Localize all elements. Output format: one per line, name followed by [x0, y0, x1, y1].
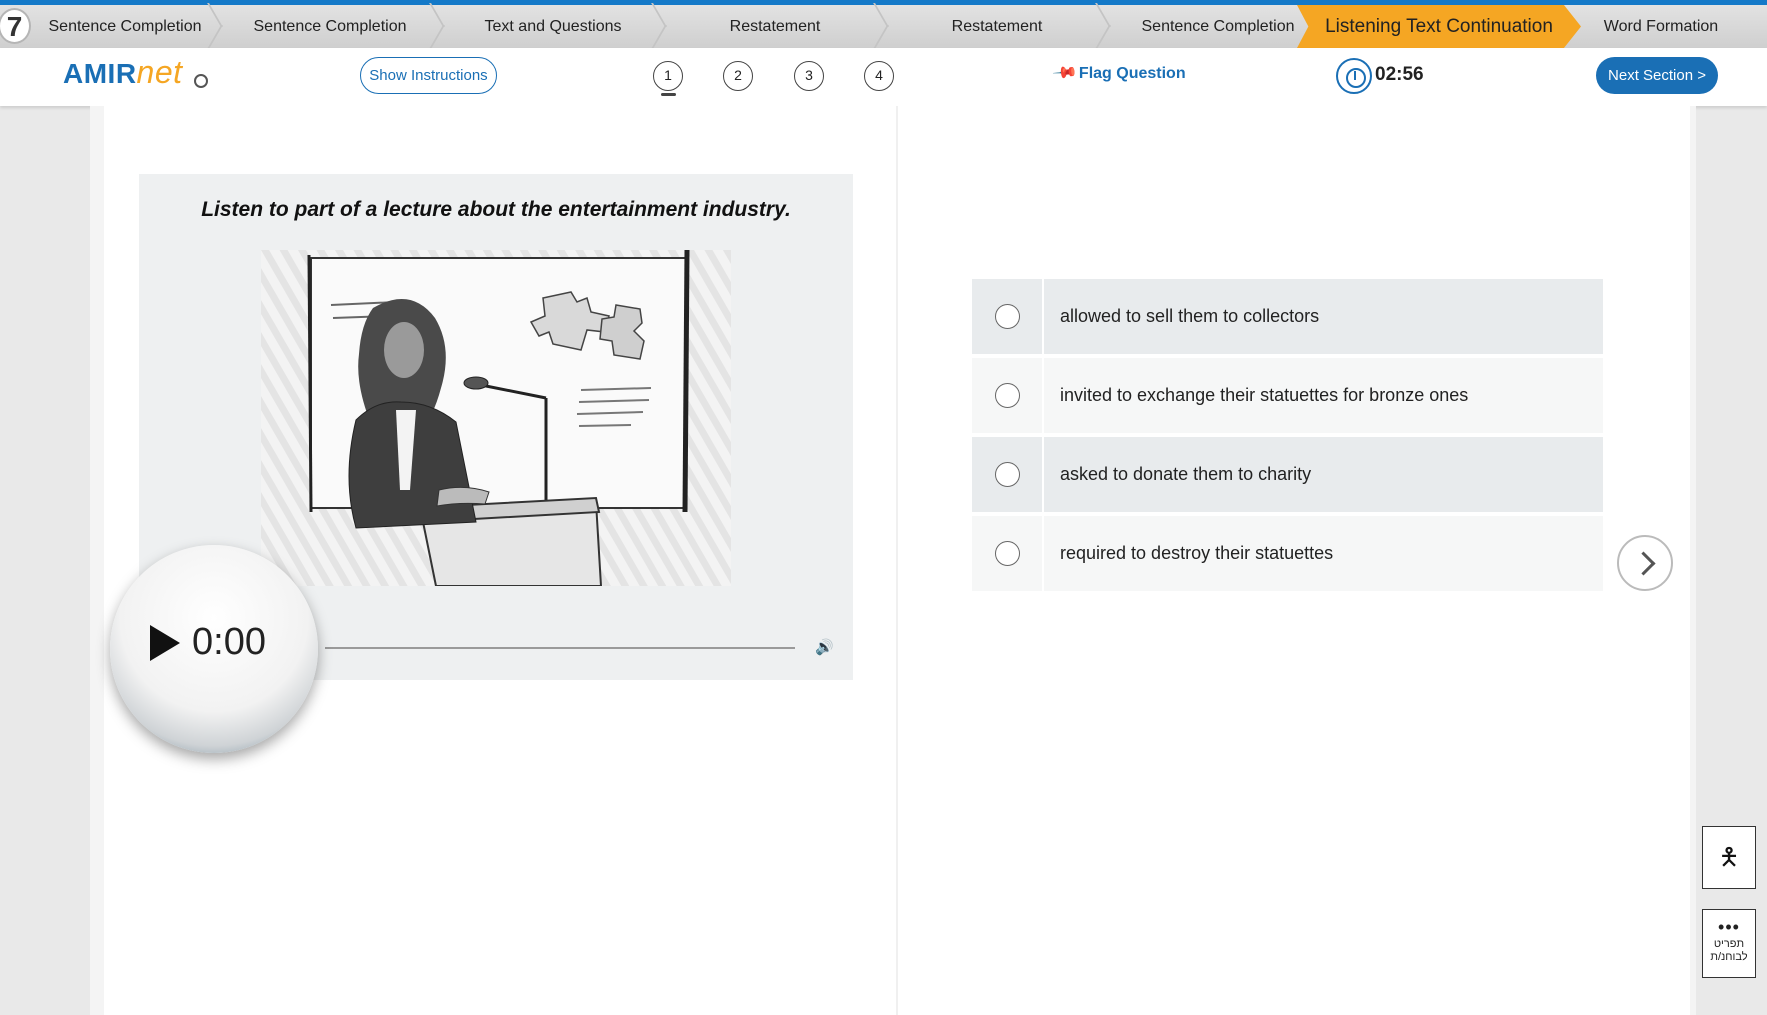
step-sentence-completion-3: Sentence Completion	[1141, 18, 1295, 35]
flag-question-button[interactable]: 📌Flag Question	[1052, 60, 1186, 86]
lecturer-at-podium-illustration	[261, 250, 731, 586]
volume-icon[interactable]: 🔊	[815, 638, 834, 656]
logo-mark-icon	[194, 74, 208, 88]
show-instructions-button[interactable]: Show Instructions	[360, 57, 497, 94]
audio-time: 0:00	[192, 621, 266, 663]
accessibility-button[interactable]: 🯅	[1702, 826, 1756, 889]
accessibility-icon: 🯅	[1718, 844, 1740, 871]
step-separator	[880, 5, 894, 48]
step-word-formation: Word Formation	[1603, 18, 1719, 35]
step-text-and-questions: Text and Questions	[484, 18, 622, 35]
answer-option-text[interactable]: asked to donate them to charity	[1044, 437, 1603, 512]
step-restatement-1: Restatement	[729, 18, 821, 35]
step-sentence-completion-2: Sentence Completion	[253, 18, 407, 35]
lecture-prompt: Listen to part of a lecture about the en…	[201, 198, 791, 221]
radio-cell[interactable]	[972, 358, 1042, 433]
radio-cell[interactable]	[972, 279, 1042, 354]
answer-option-2[interactable]: invited to exchange their statuettes for…	[972, 358, 1603, 433]
panel-edge	[1690, 106, 1696, 1015]
step-restatement-2: Restatement	[951, 18, 1043, 35]
amirnet-logo: AMIRnet	[63, 54, 183, 91]
next-question-arrow-icon[interactable]	[1617, 535, 1673, 591]
step-number-badge: 7	[0, 8, 31, 44]
step-separator	[436, 5, 450, 48]
question-4-button[interactable]: 4	[864, 61, 894, 91]
radio-button[interactable]	[995, 304, 1020, 329]
radio-cell[interactable]	[972, 437, 1042, 512]
question-1-button[interactable]: 1	[653, 61, 683, 91]
answer-option-4[interactable]: required to destroy their statuettes	[972, 516, 1603, 591]
lecture-illustration	[261, 250, 731, 586]
timer-value: 02:56	[1375, 64, 1424, 85]
examiner-menu-label: תפריט לבוחנ/ת	[1710, 938, 1748, 963]
audio-progress-track[interactable]	[325, 647, 795, 649]
radio-cell[interactable]	[972, 516, 1042, 591]
step-separator	[1102, 5, 1116, 48]
more-icon: •••	[1718, 917, 1740, 937]
next-section-button[interactable]: Next Section >	[1596, 57, 1718, 94]
radio-button[interactable]	[995, 383, 1020, 408]
step-sentence-completion-1: Sentence Completion	[48, 18, 202, 35]
step-bar: 7 Sentence Completion Sentence Completio…	[0, 0, 1767, 48]
question-3-button[interactable]: 3	[794, 61, 824, 91]
flag-question-label: Flag Question	[1078, 65, 1186, 82]
answer-option-text[interactable]: allowed to sell them to collectors	[1044, 279, 1603, 354]
current-question-indicator	[661, 93, 676, 96]
examiner-menu-button[interactable]: ••• תפריט לבוחנ/ת	[1702, 909, 1756, 978]
answer-option-text[interactable]: required to destroy their statuettes	[1044, 516, 1603, 591]
logo-main-text: AMIR	[63, 58, 137, 89]
pin-icon: 📌	[1051, 60, 1078, 87]
timer-icon	[1336, 58, 1372, 94]
step-separator	[214, 5, 228, 48]
play-icon	[150, 625, 180, 661]
question-2-button[interactable]: 2	[723, 61, 753, 91]
step-separator	[658, 5, 672, 48]
logo-accent-text: net	[136, 54, 183, 90]
radio-button[interactable]	[995, 541, 1020, 566]
answer-option-text[interactable]: invited to exchange their statuettes for…	[1044, 358, 1603, 433]
answer-option-3[interactable]: asked to donate them to charity	[972, 437, 1603, 512]
header-toolbar: AMIRnet Show Instructions 1 2 3 4 📌Flag …	[0, 48, 1767, 106]
play-button[interactable]: 0:00	[110, 545, 318, 753]
answer-option-1[interactable]: allowed to sell them to collectors	[972, 279, 1603, 354]
radio-button[interactable]	[995, 462, 1020, 487]
step-listening-text-continuation-active: Listening Text Continuation	[1297, 5, 1581, 48]
